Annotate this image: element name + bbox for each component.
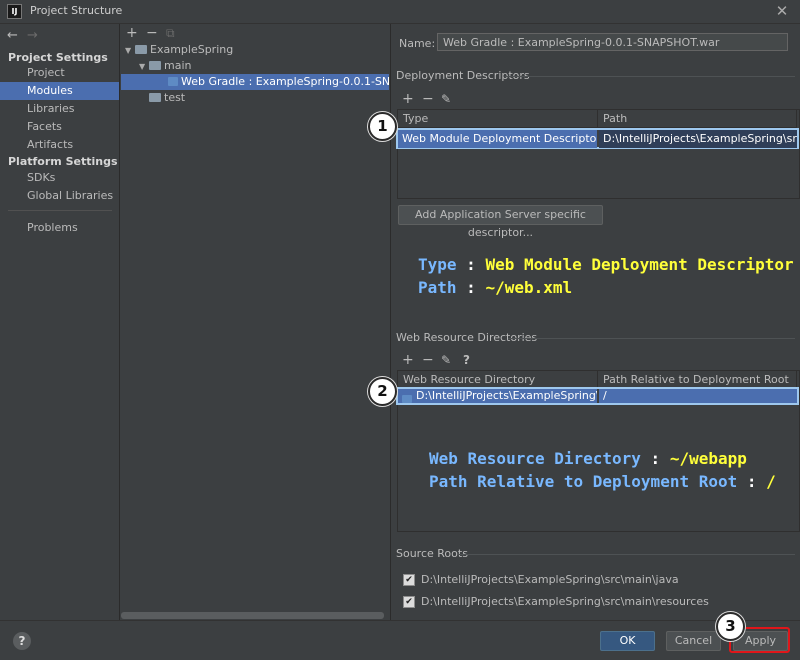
annotation-value: ~/webapp <box>669 449 747 468</box>
annotation-key: Path Relative to Deployment Root <box>429 472 738 491</box>
remove-module-button[interactable]: − <box>146 26 158 40</box>
annotation-value: Web Module Deployment Descriptor <box>485 255 794 274</box>
tree-horizontal-scrollbar[interactable] <box>121 612 384 619</box>
step-badge-1: 1 <box>368 112 397 141</box>
back-arrow-icon[interactable]: ← <box>7 28 18 43</box>
sidebar-item-problems[interactable]: Problems <box>0 219 119 237</box>
sidebar-item-global-libraries[interactable]: Global Libraries <box>0 187 119 205</box>
edit-pencil-icon[interactable]: ✎ <box>441 92 451 106</box>
step-badge-3: 3 <box>716 612 745 641</box>
sidebar-item-facets[interactable]: Facets <box>0 118 119 136</box>
sidebar-item-sdks[interactable]: SDKs <box>0 169 119 187</box>
column-header-path[interactable]: Path <box>598 110 797 128</box>
help-question-icon[interactable]: ? <box>463 353 470 367</box>
help-icon[interactable]: ? <box>13 632 31 650</box>
tree-node-label: main <box>164 59 192 72</box>
folder-icon <box>149 92 161 102</box>
close-icon[interactable]: ✕ <box>774 2 790 20</box>
add-resource-dir-button[interactable]: + <box>402 353 414 367</box>
tree-node-examplespring[interactable]: ▼ ExampleSpring <box>125 42 389 58</box>
annotation-key: Type <box>418 255 457 274</box>
project-settings-header: Project Settings <box>8 51 108 64</box>
resource-dir-cell[interactable]: D:\IntelliJProjects\ExampleSpring\src\ <box>398 389 597 403</box>
column-header-type[interactable]: Type <box>398 110 598 128</box>
cancel-button[interactable]: Cancel <box>666 631 721 651</box>
remove-resource-dir-button[interactable]: − <box>422 353 434 367</box>
source-root-item[interactable]: ✔ D:\IntelliJProjects\ExampleSpring\src\m… <box>403 595 709 608</box>
group-divider <box>459 554 795 555</box>
descriptor-path-cell[interactable]: D:\IntelliJProjects\ExampleSpring\src\ma… <box>599 130 797 148</box>
chevron-down-icon: ▼ <box>139 62 146 71</box>
copy-module-button[interactable]: ⧉ <box>166 26 175 40</box>
annotation-path-relative: Path Relative to Deployment Root : / <box>429 472 776 491</box>
add-descriptor-button[interactable]: + <box>402 92 414 106</box>
annotation-web-resource-directory: Web Resource Directory : ~/webapp <box>429 449 747 468</box>
module-tree-panel <box>120 24 391 620</box>
module-folder-icon <box>135 44 147 54</box>
tree-node-label: ExampleSpring <box>150 43 234 56</box>
sidebar-item-modules[interactable]: Modules <box>0 82 119 100</box>
group-divider <box>505 76 795 77</box>
annotation-type: Type : Web Module Deployment Descriptor <box>418 255 794 274</box>
ok-button[interactable]: OK <box>600 631 655 651</box>
intellij-app-icon: IJ <box>7 4 22 19</box>
source-roots-title: Source Roots <box>396 547 468 560</box>
descriptor-type-cell[interactable]: Web Module Deployment Descriptor <box>398 130 597 148</box>
tree-node-test[interactable]: test <box>139 90 389 106</box>
tree-node-main[interactable]: ▼ main <box>139 58 389 74</box>
add-server-descriptor-button[interactable]: Add Application Server specific descript… <box>398 205 603 239</box>
tree-node-web-gradle[interactable]: Web Gradle : ExampleSpring-0.0.1-SNAPSHO… <box>121 74 389 90</box>
remove-descriptor-button[interactable]: − <box>422 92 434 106</box>
sidebar-item-artifacts[interactable]: Artifacts <box>0 136 119 154</box>
name-field[interactable]: Web Gradle : ExampleSpring-0.0.1-SNAPSHO… <box>437 33 788 51</box>
folder-icon <box>149 60 161 70</box>
platform-settings-header: Platform Settings <box>8 155 118 168</box>
sidebar-divider <box>8 210 112 211</box>
web-facet-icon <box>168 76 178 86</box>
edit-pencil-icon[interactable]: ✎ <box>441 353 451 367</box>
forward-arrow-icon[interactable]: → <box>27 28 38 43</box>
step-badge-2: 2 <box>368 377 397 406</box>
tree-node-label: test <box>164 91 186 104</box>
checkbox-checked-icon[interactable]: ✔ <box>403 574 415 586</box>
name-label: Name: <box>399 37 436 50</box>
sidebar-item-project[interactable]: Project <box>0 64 119 82</box>
sidebar-item-libraries[interactable]: Libraries <box>0 100 119 118</box>
annotation-key: Path <box>418 278 457 297</box>
group-divider <box>508 338 795 339</box>
annotation-value: ~/web.xml <box>485 278 573 297</box>
folder-icon <box>402 395 412 403</box>
annotation-path: Path : ~/web.xml <box>418 278 573 297</box>
chevron-down-icon: ▼ <box>125 46 132 55</box>
tree-node-label: Web Gradle : ExampleSpring-0.0.1-SNAPSHO… <box>181 75 389 88</box>
annotation-key: Web Resource Directory <box>429 449 641 468</box>
source-root-item[interactable]: ✔ D:\IntelliJProjects\ExampleSpring\src\m… <box>403 573 679 586</box>
add-module-button[interactable]: + <box>126 26 138 40</box>
window-title: Project Structure <box>30 4 123 17</box>
annotation-value: / <box>766 472 776 491</box>
relative-path-cell[interactable]: / <box>599 389 797 403</box>
checkbox-checked-icon[interactable]: ✔ <box>403 596 415 608</box>
